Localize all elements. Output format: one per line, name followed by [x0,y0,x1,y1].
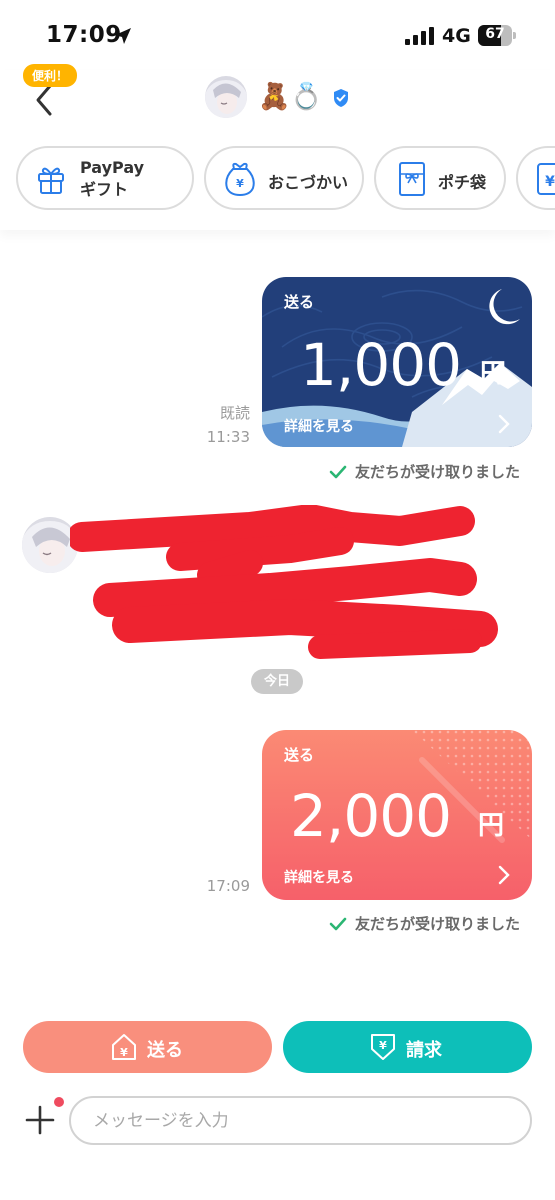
paypay-gift-chip[interactable]: PayPay ギフト [16,146,194,210]
plus-icon[interactable] [24,1104,56,1136]
received-status: 友だちが受け取りました [329,461,520,482]
send-yen-icon: ¥ [112,1034,136,1060]
svg-text:¥: ¥ [379,1039,387,1052]
svg-text:¥: ¥ [120,1046,128,1059]
view-details-link[interactable]: 詳細を見る [284,416,354,436]
allowance-chip[interactable]: ¥ おこづかい [204,146,364,210]
battery-icon: 67 [478,25,518,46]
battery-level: 67 [485,26,505,42]
message-input[interactable] [69,1096,532,1145]
chevron-right-icon [498,414,510,434]
signal-icon [405,27,434,45]
paypay-gift-label: PayPay ギフト [80,158,145,199]
yen-pouch-icon: ¥ [225,162,255,197]
yen-card-icon: ¥ [537,163,555,195]
send-money-card[interactable]: 送る 1,000 円 詳細を見る [262,277,532,447]
status-time: 17:09 [46,22,122,48]
chevron-right-icon [498,865,510,885]
pochi-envelope-chip[interactable]: ポチ袋 [374,146,506,210]
location-arrow-icon [115,28,131,44]
read-label: 既読 [219,404,250,422]
message-time: 17:09 [206,877,250,895]
friend-avatar[interactable] [205,76,247,118]
message-time: 11:33 [206,428,250,446]
more-action-chip[interactable]: ¥ [516,146,555,210]
amount: 2,000 [290,782,452,850]
network-type: 4G [442,25,471,47]
check-icon [329,465,347,479]
svg-text:¥: ¥ [236,177,244,190]
check-icon [329,917,347,931]
verified-icon [334,89,348,107]
envelope-bow-icon [399,162,425,196]
svg-text:¥: ¥ [545,174,555,190]
send-money-card[interactable]: 送る 2,000 円 詳細を見る [262,730,532,900]
message-meta: 既読 11:33 [190,401,250,449]
allowance-label: おこづかい [268,173,349,192]
amount: 1,000 [300,331,462,399]
currency-unit: 円 [480,359,507,389]
notification-dot [54,1097,64,1107]
convenient-badge: 便利！ [23,64,78,87]
view-details-link[interactable]: 詳細を見る [284,867,354,887]
status-bar: 17:09 4G 67 [0,0,555,70]
send-button[interactable]: ¥ 送る [23,1021,272,1073]
pochi-envelope-label: ポチ袋 [438,173,487,192]
friend-name: 🧸💍 [258,82,323,112]
send-label: 送る [284,293,315,311]
send-label: 送る [284,746,315,764]
gift-icon [38,167,64,194]
redacted-message [70,505,498,659]
chat-header: 🧸💍 PayPay ギフト ¥ おこづかい ポチ袋 ¥ [0,70,555,230]
request-button[interactable]: ¥ 請求 [283,1021,532,1073]
currency-unit: 円 [478,811,505,841]
request-button-label: 請求 [406,1040,442,1061]
send-button-label: 送る [147,1040,183,1061]
request-yen-icon: ¥ [371,1034,395,1060]
quick-actions: PayPay ギフト ¥ おこづかい ポチ袋 ¥ [0,146,555,212]
date-separator: 今日 [251,669,303,694]
received-status: 友だちが受け取りました [329,913,520,934]
